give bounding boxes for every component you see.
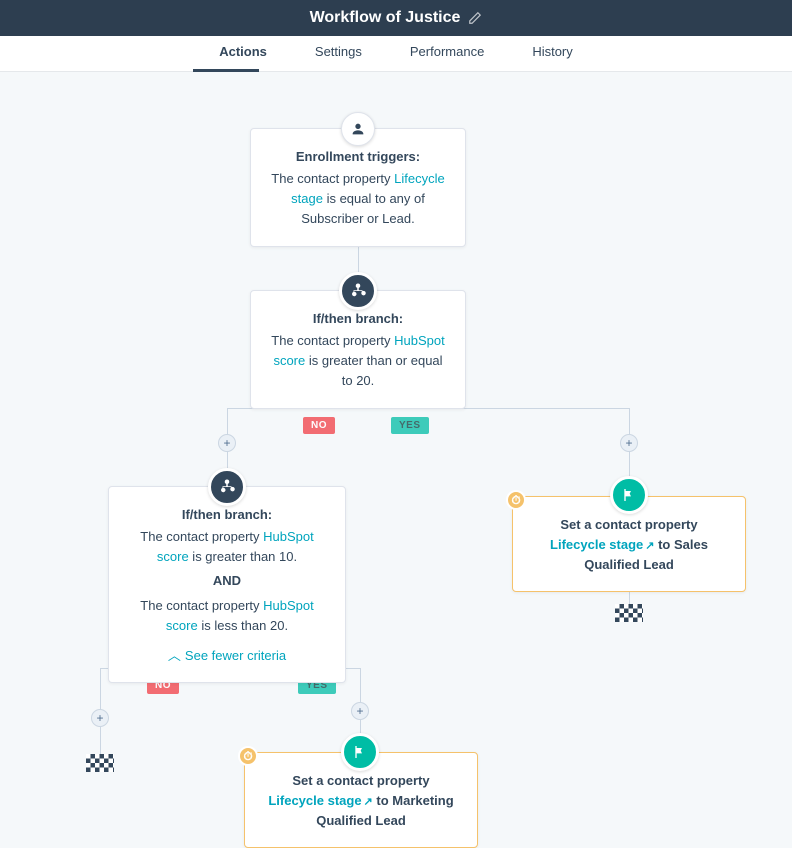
card-body: Set a contact property Lifecycle stage↗ … <box>263 771 459 831</box>
pencil-icon[interactable] <box>468 11 482 25</box>
tab-bar: Actions Settings Performance History <box>0 36 792 72</box>
branch-label-yes: YES <box>391 417 429 434</box>
checkered-flag-icon <box>86 754 114 772</box>
card-body-line1: The contact property HubSpot score is gr… <box>127 527 327 567</box>
tab-actions[interactable]: Actions <box>219 44 267 63</box>
see-fewer-toggle[interactable]: ︿See fewer criteria <box>127 646 327 666</box>
flag-icon <box>610 476 648 514</box>
card-title: Enrollment triggers: <box>269 147 447 167</box>
and-label: AND <box>127 571 327 591</box>
tab-settings[interactable]: Settings <box>315 44 362 63</box>
card-body: The contact property HubSpot score is gr… <box>269 331 447 391</box>
user-icon <box>341 112 375 146</box>
warning-badge-icon: ⏱ <box>506 490 526 510</box>
card-title: If/then branch: <box>127 505 327 525</box>
add-action-button[interactable]: + <box>218 434 236 452</box>
branch-icon <box>208 468 246 506</box>
workflow-title: Workflow of Justice <box>310 9 461 27</box>
branch-icon <box>339 272 377 310</box>
external-link-icon: ↗ <box>364 796 373 808</box>
workflow-canvas: + NO YES + + + NO YES + + Enrollment tri… <box>0 72 792 809</box>
tab-performance[interactable]: Performance <box>410 44 484 63</box>
add-action-button[interactable]: + <box>91 709 109 727</box>
card-body-line2: The contact property HubSpot score is le… <box>127 596 327 636</box>
warning-badge-icon: ⏱ <box>238 746 258 766</box>
flag-icon <box>341 733 379 771</box>
card-title: If/then branch: <box>269 309 447 329</box>
add-action-button[interactable]: + <box>620 434 638 452</box>
card-body: The contact property Lifecycle stage is … <box>269 169 447 229</box>
app-header: Workflow of Justice <box>0 0 792 36</box>
tab-history[interactable]: History <box>532 44 572 63</box>
chevron-up-icon: ︿ <box>168 648 181 663</box>
checkered-flag-icon <box>615 604 643 622</box>
add-action-button[interactable]: + <box>351 702 369 720</box>
branch-label-no: NO <box>303 417 335 434</box>
branch-card-2[interactable]: If/then branch: The contact property Hub… <box>108 486 346 683</box>
card-body: Set a contact property Lifecycle stage↗ … <box>531 515 727 575</box>
